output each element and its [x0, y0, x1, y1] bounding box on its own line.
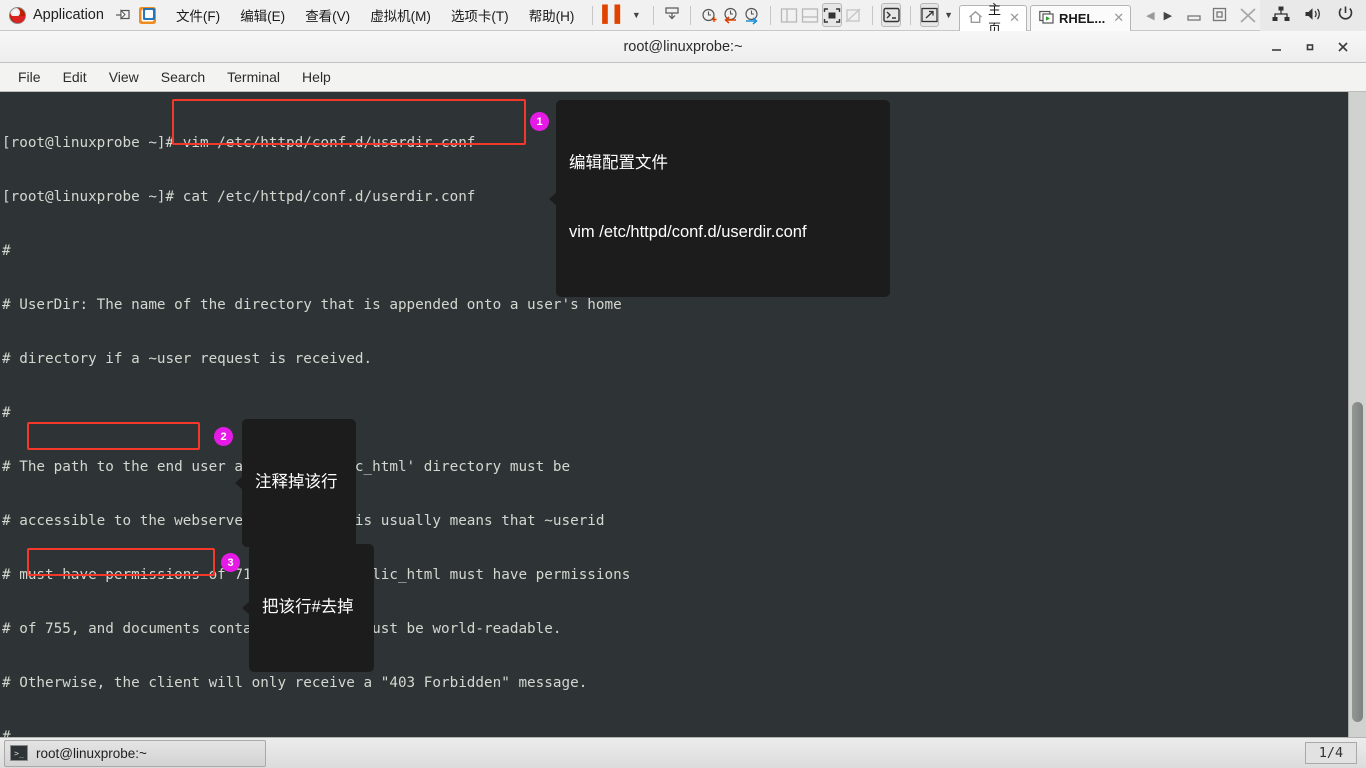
- toolbar-separator: [592, 5, 594, 25]
- annotation-badge-2: 2: [214, 427, 233, 446]
- vmware-logo-icon[interactable]: [138, 6, 157, 25]
- annotation-tooltip-3-line1: 把该行#去掉: [262, 598, 354, 616]
- close-icon[interactable]: [1235, 3, 1260, 27]
- menu-edit[interactable]: Edit: [52, 65, 98, 89]
- taskbar-window-button[interactable]: >_ root@linuxprobe:~: [4, 739, 266, 767]
- vm-tab-strip: 主页 ✕ RHEL... ✕: [959, 0, 1134, 36]
- show-thumbnail-bar-icon[interactable]: [801, 3, 820, 27]
- chevron-down-icon[interactable]: ▼: [628, 10, 645, 20]
- redhat-logo-icon: [9, 6, 26, 24]
- chevron-down-icon[interactable]: ▼: [940, 10, 957, 20]
- annotation-tooltip-1-line1: 编辑配置文件: [569, 154, 668, 172]
- terminal-icon: >_: [10, 745, 28, 761]
- take-snapshot-icon[interactable]: [700, 3, 719, 27]
- vmware-status-icons: [1260, 0, 1366, 31]
- terminal-line: #: [2, 405, 11, 421]
- tab-rhel-close-icon[interactable]: ✕: [1110, 10, 1124, 26]
- page-title: root@linuxprobe:~: [623, 38, 743, 55]
- menu-file[interactable]: 文件(F): [166, 1, 230, 29]
- vmware-toolbar: Application 文件(F) 编辑(E) 查看(V) 虚拟机(M) 选项卡…: [0, 0, 1366, 36]
- terminal-line: # The path to the end user account 'publ…: [2, 459, 571, 475]
- vmware-window-buttons: [1181, 3, 1260, 27]
- network-status-icon[interactable]: [1272, 6, 1290, 25]
- menu-vm[interactable]: 虚拟机(M): [360, 1, 441, 29]
- terminal-line: #: [2, 729, 11, 737]
- toolbar-separator: [770, 5, 771, 25]
- console-view-icon[interactable]: [881, 3, 901, 27]
- terminal-line: # of 755, and documents contained therei…: [2, 621, 562, 637]
- window-maximize-button[interactable]: [1295, 34, 1325, 60]
- terminal-line: # accessible to the webserver userid. Th…: [2, 513, 605, 529]
- menu-terminal[interactable]: Terminal: [216, 65, 291, 89]
- restore-icon[interactable]: [1208, 3, 1233, 27]
- enter-fullscreen-icon[interactable]: [821, 3, 842, 27]
- terminal-line: # Otherwise, the client will only receiv…: [2, 675, 588, 691]
- tab-home[interactable]: 主页 ✕: [959, 2, 1027, 36]
- vm-running-icon: [1039, 10, 1054, 27]
- window-controls: [1262, 31, 1358, 63]
- stretch-guest-icon[interactable]: [919, 3, 940, 27]
- snapshot-icon[interactable]: [663, 3, 682, 27]
- menu-file[interactable]: File: [7, 65, 52, 89]
- annotation-badge-3: 3: [221, 553, 240, 572]
- terminal-line: # must have permissions of 711, ~userid/…: [2, 567, 631, 583]
- terminal-area[interactable]: [root@linuxprobe ~]# vim /etc/httpd/conf…: [0, 92, 1366, 737]
- annotation-tooltip-2-line1: 注释掉该行: [255, 473, 338, 491]
- menu-tabs[interactable]: 选项卡(T): [441, 1, 519, 29]
- toolbar-separator: [871, 5, 873, 25]
- toolbar-separator: [690, 5, 692, 25]
- terminal-line: # directory if a ~user request is receiv…: [2, 351, 373, 367]
- menu-help[interactable]: 帮助(H): [519, 1, 585, 29]
- tab-rhel-label: RHEL...: [1058, 10, 1106, 26]
- snapshot-manager-icon[interactable]: [742, 3, 761, 27]
- taskbar: >_ root@linuxprobe:~ 1/4: [0, 737, 1366, 768]
- unity-mode-icon[interactable]: [844, 3, 863, 27]
- annotation-badge-1: 1: [530, 112, 549, 131]
- tab-home-close-icon[interactable]: ✕: [1006, 10, 1020, 26]
- terminal-line: # UserDir: The name of the directory tha…: [2, 297, 622, 313]
- show-sidebar-icon[interactable]: [780, 3, 799, 27]
- menu-edit[interactable]: 编辑(E): [230, 1, 295, 29]
- terminal-title-bar: root@linuxprobe:~: [0, 31, 1366, 63]
- minimize-icon[interactable]: [1181, 3, 1206, 27]
- guest-desktop: root@linuxprobe:~ File Edit View Search …: [0, 31, 1366, 768]
- toolbar-separator: [909, 5, 911, 25]
- sound-status-icon[interactable]: [1304, 6, 1323, 25]
- vmware-menubar: 文件(F) 编辑(E) 查看(V) 虚拟机(M) 选项卡(T) 帮助(H): [166, 1, 585, 29]
- scrollbar-thumb[interactable]: [1352, 402, 1363, 722]
- menu-view[interactable]: 查看(V): [295, 1, 360, 29]
- tab-navigation: ◀ ▶: [1134, 9, 1181, 22]
- terminal-scrollbar[interactable]: [1348, 92, 1366, 737]
- annotation-tooltip-3: 把该行#去掉: [242, 544, 374, 672]
- annotation-tooltip-2: 注释掉该行: [235, 419, 356, 547]
- annotation-tooltip-1: 编辑配置文件 vim /etc/httpd/conf.d/userdir.con…: [549, 100, 890, 297]
- annotation-tooltip-1-line2: vim /etc/httpd/conf.d/userdir.conf: [569, 223, 807, 241]
- nav-back-icon[interactable]: ◀: [1146, 9, 1154, 22]
- home-icon: [968, 10, 983, 27]
- revert-snapshot-icon[interactable]: [721, 3, 740, 27]
- power-status-icon[interactable]: [1337, 5, 1354, 25]
- application-menu-button[interactable]: Application: [0, 0, 112, 31]
- tab-rhel[interactable]: RHEL... ✕: [1029, 4, 1132, 31]
- window-close-button[interactable]: [1328, 34, 1358, 60]
- application-menu-label: Application: [33, 7, 104, 23]
- menu-search[interactable]: Search: [150, 65, 216, 89]
- menu-view[interactable]: View: [98, 65, 150, 89]
- window-minimize-button[interactable]: [1262, 34, 1292, 60]
- workspace-switcher[interactable]: 1/4: [1305, 742, 1357, 764]
- toolbar-separator: [652, 5, 654, 25]
- taskbar-window-label: root@linuxprobe:~: [36, 745, 147, 761]
- pin-icon[interactable]: [115, 7, 131, 23]
- nav-forward-icon[interactable]: ▶: [1164, 9, 1172, 22]
- pause-icon[interactable]: ▌▌: [602, 3, 627, 27]
- terminal-menubar: File Edit View Search Terminal Help: [0, 63, 1366, 92]
- menu-help[interactable]: Help: [291, 65, 342, 89]
- workspace-label: 1/4: [1318, 745, 1344, 761]
